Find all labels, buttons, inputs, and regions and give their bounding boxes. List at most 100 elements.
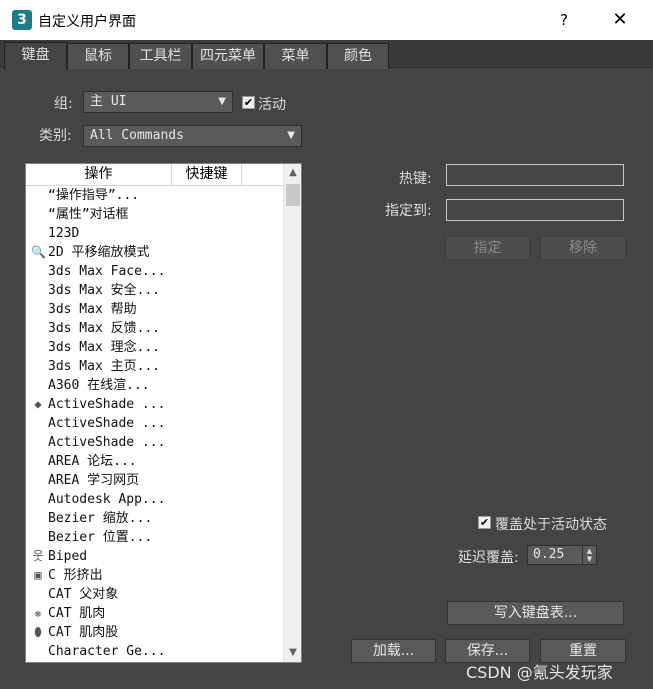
list-item[interactable]: 🔍 2D 平移缩放模式 xyxy=(26,243,284,262)
assign-button[interactable]: 指定 xyxy=(445,236,530,260)
list-item-label: 123D xyxy=(48,226,80,241)
scroll-up-icon[interactable]: ▲ xyxy=(284,164,301,182)
list-item[interactable]: “属性”对话框 xyxy=(26,205,284,224)
tab-colors[interactable]: 颜色 xyxy=(327,43,389,69)
list-item-label: “操作指导”... xyxy=(48,188,140,203)
list-item[interactable]: 3ds Max 理念... xyxy=(26,338,284,357)
list-item-label: Biped xyxy=(48,549,88,564)
list-item[interactable]: A360 在线渲... xyxy=(26,376,284,395)
title-bar: 3 自定义用户界面 ? ✕ xyxy=(0,0,653,40)
list-item[interactable]: ❋ CAT 肌肉 xyxy=(26,604,284,623)
list-item-label: CAT 父对象 xyxy=(48,587,119,602)
list-item-label: 3ds Max Face... xyxy=(48,264,166,279)
list-item-label: A360 在线渲... xyxy=(48,378,150,393)
magnifier-icon: 🔍 xyxy=(31,245,46,259)
list-item[interactable]: 3ds Max 安全... xyxy=(26,281,284,300)
override-checkbox[interactable]: ✔ xyxy=(478,516,491,529)
list-item[interactable]: Bezier 位置... xyxy=(26,528,284,547)
active-checkbox[interactable]: ✔ xyxy=(242,96,255,109)
scrollbar[interactable]: ▲ ▼ xyxy=(283,164,301,662)
window-title: 自定义用户界面 xyxy=(38,14,136,30)
group-dropdown[interactable]: 主 UI ▼ xyxy=(83,91,233,113)
hotkey-input[interactable] xyxy=(446,164,624,186)
biped-icon: 웃 xyxy=(32,549,44,563)
list-header: 操作 快捷键 xyxy=(26,164,284,186)
list-item[interactable]: ◆ ActiveShade ... xyxy=(26,395,284,414)
list-item[interactable]: Autodesk App... xyxy=(26,490,284,509)
list-item-label: CAT 肌肉股 xyxy=(48,625,119,640)
list-item-label: CAT 肌肉 xyxy=(48,606,106,621)
list-item[interactable]: “操作指导”... xyxy=(26,186,284,205)
list-item-label: ActiveShade ... xyxy=(48,435,166,450)
list-item-label: Character Ge... xyxy=(48,644,166,659)
help-button[interactable]: ? xyxy=(550,8,578,32)
list-item[interactable]: 3ds Max 主页... xyxy=(26,357,284,376)
list-item[interactable]: 3ds Max 反馈... xyxy=(26,319,284,338)
scroll-thumb[interactable] xyxy=(286,184,300,206)
list-item[interactable]: 123D xyxy=(26,224,284,243)
category-dropdown[interactable]: All Commands ▼ xyxy=(83,125,302,147)
close-button[interactable]: ✕ xyxy=(602,8,638,32)
category-value: All Commands xyxy=(90,128,184,143)
override-label: 覆盖处于活动状态 xyxy=(495,517,607,533)
group-value: 主 UI xyxy=(90,94,127,109)
spinner-arrows-icon[interactable]: ▲ ▼ xyxy=(582,546,596,564)
tab-quad-menus[interactable]: 四元菜单 xyxy=(192,43,264,69)
hotkey-label: 热键: xyxy=(399,171,432,187)
list-item[interactable]: ▣ C 形挤出 xyxy=(26,566,284,585)
muscle-strand-icon: ⬮ xyxy=(34,625,42,639)
list-item-label: C 形挤出 xyxy=(48,568,103,583)
assigned-to-label: 指定到: xyxy=(385,203,432,219)
action-list[interactable]: 操作 快捷键 “操作指导”... “属性”对话框 123D 🔍 2D 平移缩放模式 3ds… xyxy=(25,163,302,663)
list-item[interactable]: ActiveShade ... xyxy=(26,433,284,452)
delay-spinner[interactable]: 0.25 ▲ ▼ xyxy=(527,545,597,565)
list-item-label: ActiveShade ... xyxy=(48,397,166,412)
list-item[interactable]: AREA 学习网页 xyxy=(26,471,284,490)
assigned-to-field xyxy=(446,199,624,221)
list-rows: “操作指导”... “属性”对话框 123D 🔍 2D 平移缩放模式 3ds Max Fa… xyxy=(26,186,284,661)
list-item[interactable]: CAT 父对象 xyxy=(26,585,284,604)
tab-keyboard[interactable]: 键盘 xyxy=(4,42,67,70)
remove-button[interactable]: 移除 xyxy=(540,236,626,260)
box-icon: ▣ xyxy=(34,568,42,582)
write-keyboard-chart-button[interactable]: 写入键盘表... xyxy=(447,601,624,625)
list-item-label: 2D 平移缩放模式 xyxy=(48,245,150,260)
watermark: CSDN @氪头发玩家 xyxy=(466,663,613,682)
list-item-label: Bezier 缩放... xyxy=(48,511,153,526)
list-item-label: 3ds Max 主页... xyxy=(48,359,161,374)
load-button[interactable]: 加载... xyxy=(351,639,436,663)
list-item-label: AREA 论坛... xyxy=(48,454,137,469)
list-item[interactable]: AREA 论坛... xyxy=(26,452,284,471)
column-header-action[interactable]: 操作 xyxy=(26,164,172,186)
list-item[interactable]: 3ds Max Face... xyxy=(26,262,284,281)
column-header-shortcut[interactable]: 快捷键 xyxy=(172,164,242,186)
list-item-label: 3ds Max 帮助 xyxy=(48,302,137,317)
list-item-label: 3ds Max 反馈... xyxy=(48,321,161,336)
app-icon: 3 xyxy=(12,10,32,30)
tab-mouse[interactable]: 鼠标 xyxy=(67,43,129,69)
list-item-label: AREA 学习网页 xyxy=(48,473,140,488)
delay-value: 0.25 xyxy=(533,547,565,562)
list-item[interactable]: ActiveShade ... xyxy=(26,414,284,433)
list-item-label: 3ds Max 理念... xyxy=(48,340,161,355)
active-label: 活动 xyxy=(258,97,286,113)
scroll-down-icon[interactable]: ▼ xyxy=(284,644,301,662)
list-item[interactable]: Character Ge... xyxy=(26,642,284,661)
list-item-label: ActiveShade ... xyxy=(48,416,166,431)
list-item[interactable]: Bezier 缩放... xyxy=(26,509,284,528)
chevron-down-icon: ▼ xyxy=(218,96,226,107)
list-item-label: Autodesk App... xyxy=(48,492,166,507)
list-item-label: “属性”对话框 xyxy=(48,207,129,222)
tab-toolbars[interactable]: 工具栏 xyxy=(129,43,192,69)
list-item[interactable]: ⬮ CAT 肌肉股 xyxy=(26,623,284,642)
tab-menus[interactable]: 菜单 xyxy=(264,43,327,69)
list-item[interactable]: 3ds Max 帮助 xyxy=(26,300,284,319)
list-item[interactable]: 웃 Biped xyxy=(26,547,284,566)
list-item-label: Bezier 位置... xyxy=(48,530,153,545)
list-item-label: 3ds Max 安全... xyxy=(48,283,161,298)
muscle-icon: ❋ xyxy=(34,606,42,620)
teapot-icon: ◆ xyxy=(34,397,42,411)
group-label: 组: xyxy=(54,96,73,112)
tab-bar: 键盘 鼠标 工具栏 四元菜单 菜单 颜色 xyxy=(0,40,653,70)
category-label: 类别: xyxy=(39,128,72,144)
